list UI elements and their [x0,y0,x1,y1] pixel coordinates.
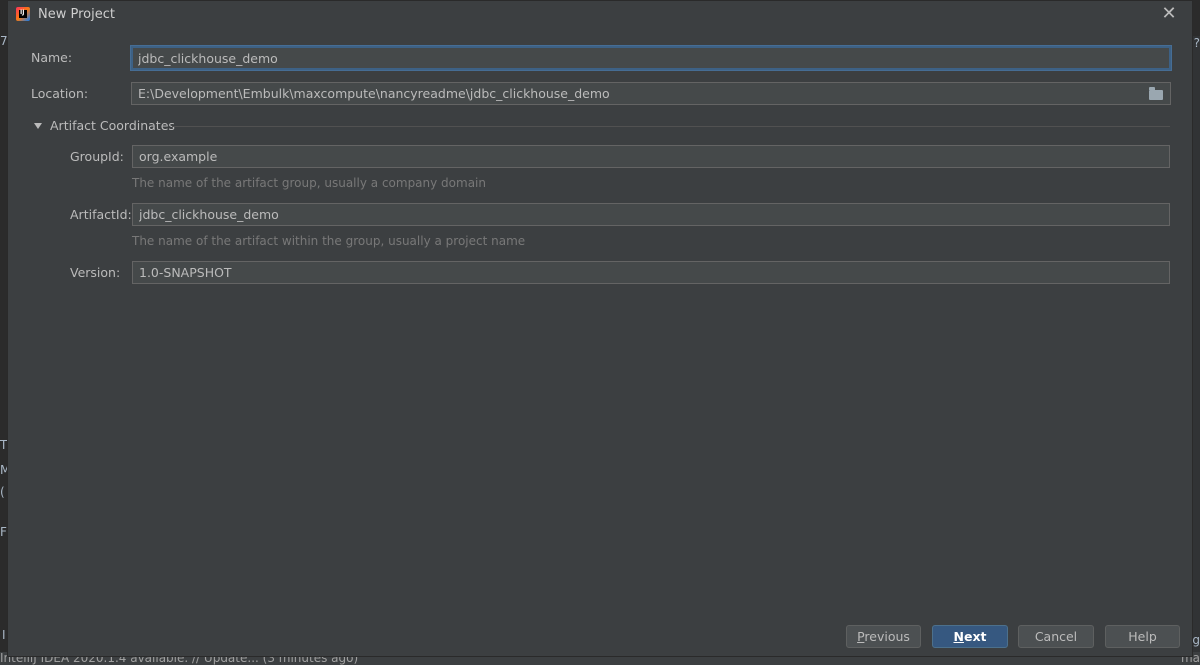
artifactid-input[interactable] [132,203,1170,226]
section-divider [172,126,1170,127]
bg-fragment-4: ( [0,485,5,499]
groupid-input[interactable] [132,145,1170,168]
name-label: Name: [31,50,73,65]
dialog-titlebar: IJ New Project ✕ [8,1,1192,30]
close-icon[interactable]: ✕ [1160,5,1178,23]
previous-label-rest: revious [864,629,910,644]
bg-fragment-right-1: ? [1193,36,1200,50]
dialog-title: New Project [38,7,115,22]
bg-right-gutter [1193,36,1200,656]
groupid-hint: The name of the artifact group, usually … [132,176,486,190]
name-input[interactable] [131,46,1171,70]
new-project-dialog: IJ New Project ✕ Name: Location: Artifac… [7,0,1193,657]
bg-fragment-5: F [0,525,7,539]
bg-fragment-right-2: g [1192,633,1200,647]
triangle-down-icon [34,122,42,129]
intellij-idea-icon: IJ [16,7,30,21]
version-label: Version: [70,265,121,280]
previous-button[interactable]: Previous [846,625,921,648]
artifact-coordinates-toggle[interactable]: Artifact Coordinates [34,118,175,133]
location-label: Location: [31,86,89,101]
location-input[interactable] [131,82,1171,105]
artifact-coordinates-label: Artifact Coordinates [50,118,175,133]
next-mnemonic: N [953,629,964,644]
cancel-button[interactable]: Cancel [1018,625,1094,648]
groupid-label: GroupId: [70,149,124,164]
help-button[interactable]: Help [1105,625,1180,648]
artifactid-label: ArtifactId: [70,207,132,222]
artifactid-hint: The name of the artifact within the grou… [132,234,526,248]
next-button[interactable]: Next [932,625,1008,648]
bg-fragment-6: I [2,628,6,642]
folder-icon[interactable] [1149,87,1163,100]
next-label-rest: ext [963,629,987,644]
version-input[interactable] [132,261,1170,284]
